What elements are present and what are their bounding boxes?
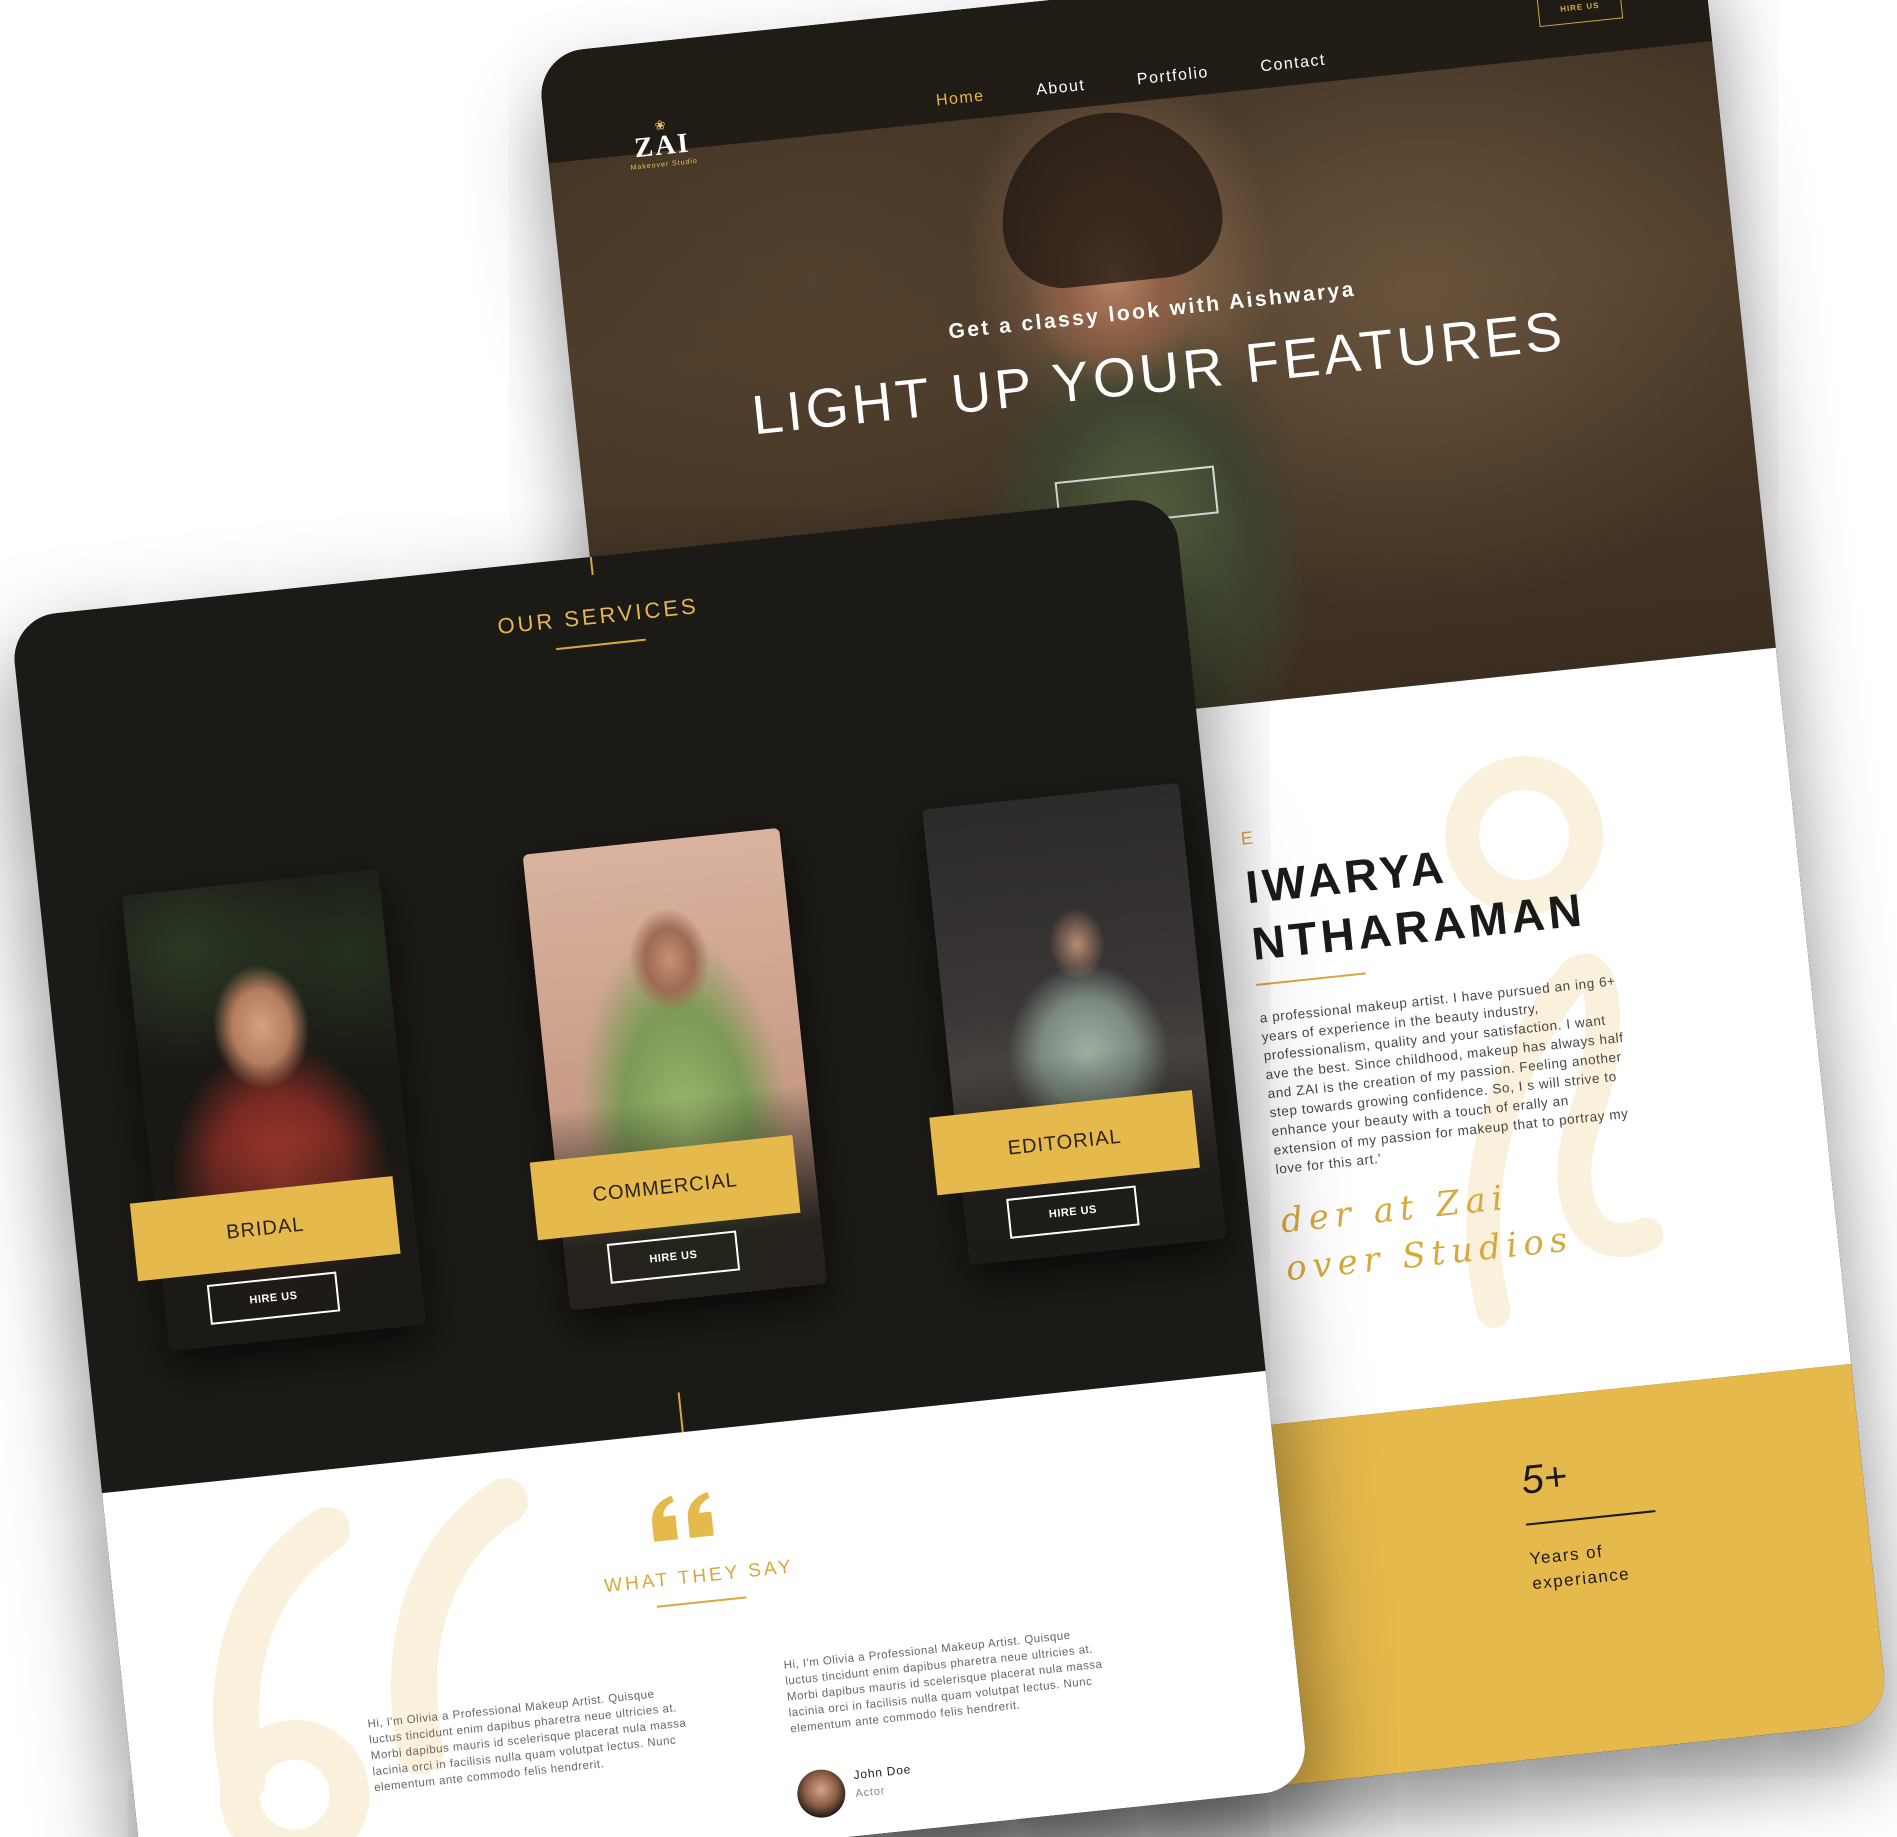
testimonial-text-2: Hi, I'm Olivia a Professional Makeup Art… — [783, 1629, 1104, 1736]
stat-divider — [1526, 1510, 1656, 1526]
logo[interactable]: ❀ ZAI Makeover Studio — [615, 115, 711, 184]
stat-label: Years of experiance — [1528, 1541, 1631, 1594]
services-title: OUR SERVICES — [496, 593, 700, 640]
hero-model-hair — [991, 101, 1229, 294]
section-tick — [589, 556, 594, 575]
testimonial-role: Actor — [854, 1784, 886, 1801]
services-section: OUR SERVICES BRIDAL HIRE US COMMERCIAL H… — [10, 495, 1266, 1494]
about-divider — [1256, 972, 1366, 986]
testimonials-divider — [656, 1596, 747, 1608]
avatar — [794, 1767, 848, 1821]
testimonial-author: John Doe — [852, 1762, 912, 1783]
services-page-mockup: OUR SERVICES BRIDAL HIRE US COMMERCIAL H… — [10, 495, 1310, 1837]
about-eyebrow: E — [1239, 827, 1258, 849]
stat-value: 5+ — [1519, 1454, 1570, 1503]
quote-icon — [652, 1491, 714, 1542]
services-divider — [556, 638, 646, 651]
